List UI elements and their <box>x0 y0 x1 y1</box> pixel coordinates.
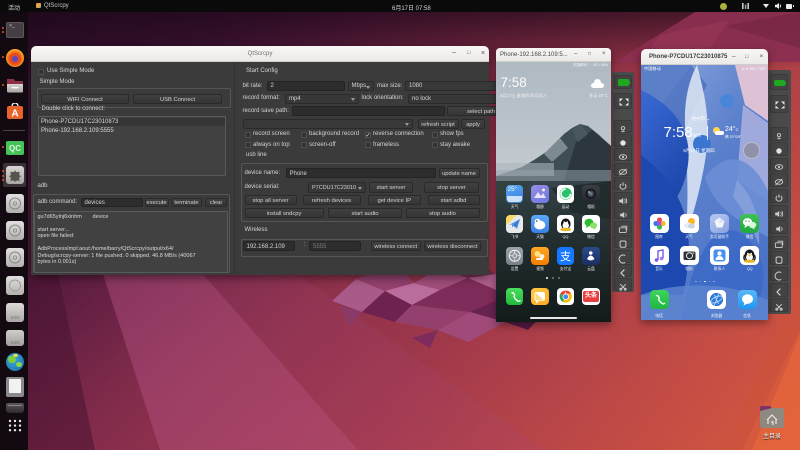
svg-text:A: A <box>11 109 18 120</box>
